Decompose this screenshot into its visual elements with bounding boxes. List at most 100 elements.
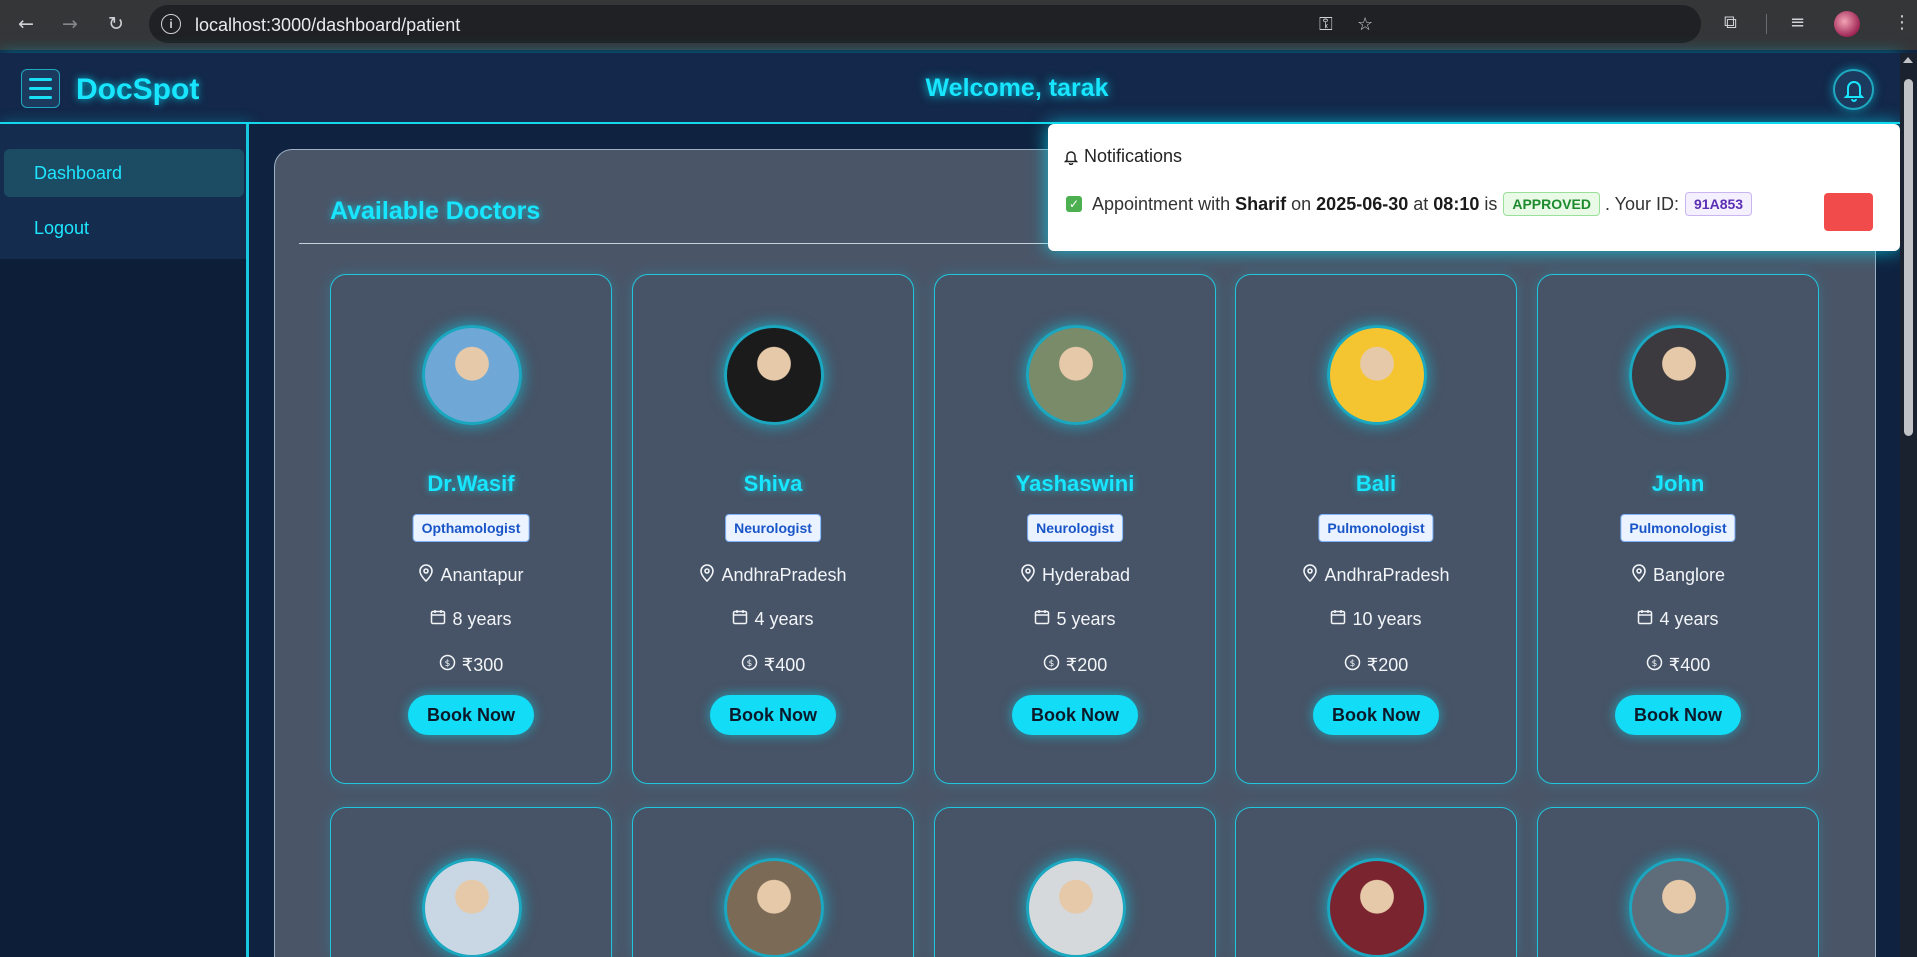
page-scrollbar[interactable] (1900, 53, 1917, 957)
experience-text: 4 years (1659, 609, 1719, 629)
book-now-button[interactable]: Book Now (710, 695, 836, 735)
extensions-icon[interactable]: ⧉ (1724, 12, 1737, 33)
location-text: Anantapur (440, 565, 524, 585)
doctor-location: Banglore (1538, 564, 1818, 587)
doctor-fee: $ ₹400 (1538, 654, 1818, 676)
forward-icon[interactable]: → (58, 12, 82, 36)
browser-toolbar: ← → ↻ i localhost:3000/dashboard/patient… (0, 0, 1917, 50)
reload-icon[interactable]: ↻ (104, 12, 128, 36)
dollar-coin-icon: $ (1344, 654, 1361, 676)
fee-text: ₹200 (1065, 654, 1108, 675)
doctor-avatar (1026, 325, 1126, 425)
scroll-thumb[interactable] (1904, 79, 1913, 436)
scroll-up-icon[interactable] (1903, 57, 1913, 63)
calendar-icon (430, 609, 446, 630)
location-pin-icon (1302, 564, 1318, 587)
notification-item: ✓ Appointment with Sharif on 2025-06-30 … (1066, 192, 1753, 216)
notification-text: Appointment with (1092, 193, 1231, 214)
location-text: AndhraPradesh (721, 565, 847, 585)
specialization-badge: Neurologist (725, 514, 821, 542)
doctor-name: Shiva (743, 471, 803, 496)
specialization-badge: Pulmonologist (1318, 514, 1434, 542)
hamburger-line (29, 78, 52, 81)
doctor-card (934, 807, 1216, 957)
sidebar-item-dashboard[interactable]: Dashboard (4, 149, 244, 197)
url-text[interactable]: localhost:3000/dashboard/patient (195, 15, 460, 36)
experience-text: 10 years (1352, 609, 1422, 629)
location-text: AndhraPradesh (1324, 565, 1450, 585)
doctor-fee: $ ₹300 (331, 654, 611, 676)
calendar-icon (732, 609, 748, 630)
fee-text: ₹200 (1366, 654, 1409, 675)
doctor-location: AndhraPradesh (1236, 564, 1516, 587)
location-pin-icon (418, 564, 434, 587)
svg-text:$: $ (444, 659, 450, 669)
specialization-badge: Pulmonologist (1620, 514, 1736, 542)
calendar-icon (1330, 609, 1346, 630)
notification-time: 08:10 (1433, 193, 1480, 214)
notification-date: 2025-06-30 (1316, 193, 1409, 214)
specialization-badge: Neurologist (1027, 514, 1123, 542)
doctor-fee: $ ₹400 (633, 654, 913, 676)
calendar-icon (1034, 609, 1050, 630)
doctor-avatar (422, 325, 522, 425)
sidebar-item-logout[interactable]: Logout (4, 204, 244, 252)
notifications-button[interactable] (1833, 69, 1874, 110)
notifications-popover: Notifications ✓ Appointment with Sharif … (1048, 124, 1900, 251)
bookmark-star-icon[interactable]: ☆ (1357, 14, 1373, 35)
page-title: Available Doctors (330, 197, 541, 225)
doctor-experience: 4 years (1538, 609, 1818, 630)
book-now-button[interactable]: Book Now (1615, 695, 1741, 735)
book-now-button[interactable]: Book Now (408, 695, 534, 735)
toolbar-divider (1766, 14, 1767, 34)
doctor-location: Hyderabad (935, 564, 1215, 587)
location-pin-icon (699, 564, 715, 587)
doctor-location: Anantapur (331, 564, 611, 587)
app-header: DocSpot Welcome, tarak (0, 53, 1900, 124)
delete-notification-button[interactable] (1824, 193, 1873, 231)
profile-avatar[interactable] (1834, 11, 1860, 37)
doctor-location: AndhraPradesh (633, 564, 913, 587)
doctor-card (1235, 807, 1517, 957)
doctor-avatar (724, 325, 824, 425)
book-now-button[interactable]: Book Now (1012, 695, 1138, 735)
book-now-button[interactable]: Book Now (1313, 695, 1439, 735)
doctor-card: Dr.Wasif Opthamologist Anantapur 8 years $ ₹3… (330, 274, 612, 784)
welcome-message: Welcome, tarak (925, 74, 1109, 102)
doctor-avatar (1629, 858, 1729, 957)
appointment-id-badge: 91A853 (1685, 192, 1753, 216)
svg-text:$: $ (1349, 659, 1355, 669)
doctor-avatar (1327, 858, 1427, 957)
bell-icon (1064, 150, 1078, 165)
site-info-icon[interactable]: i (161, 14, 181, 34)
experience-text: 5 years (1056, 609, 1116, 629)
notification-text: at (1413, 193, 1429, 214)
doctor-name: Bali (1355, 471, 1397, 496)
location-pin-icon (1020, 564, 1036, 587)
back-icon[interactable]: ← (14, 12, 38, 36)
doctor-card: John Pulmonologist Banglore 4 years $ ₹400 Boo… (1537, 274, 1819, 784)
doctor-card: Bali Pulmonologist AndhraPradesh 10 years $ ₹… (1235, 274, 1517, 784)
notification-text: . Your ID: (1604, 193, 1680, 214)
doctor-card: Shiva Neurologist AndhraPradesh 4 years $ ₹40… (632, 274, 914, 784)
browser-menu-icon[interactable]: ⋮ (1893, 12, 1911, 33)
svg-text:$: $ (746, 659, 752, 669)
doctor-experience: 8 years (331, 609, 611, 630)
doctor-avatar (1327, 325, 1427, 425)
doctor-fee: $ ₹200 (1236, 654, 1516, 676)
password-key-icon[interactable]: ⚿ (1319, 14, 1333, 35)
doctor-experience: 5 years (935, 609, 1215, 630)
fee-text: ₹300 (461, 654, 504, 675)
notifications-title: Notifications (1084, 146, 1183, 166)
brand-logo[interactable]: DocSpot (76, 73, 199, 107)
notification-text: is (1484, 193, 1498, 214)
hamburger-line (29, 96, 52, 99)
doctor-card (1537, 807, 1819, 957)
fee-text: ₹400 (763, 654, 806, 675)
address-bar[interactable]: i localhost:3000/dashboard/patient ⚿ ☆ (149, 5, 1701, 43)
location-pin-icon (1631, 564, 1647, 587)
notification-text: on (1291, 193, 1312, 214)
doctor-card (632, 807, 914, 957)
hamburger-menu-button[interactable] (21, 69, 60, 108)
media-control-icon[interactable]: ≡ (1790, 12, 1805, 33)
